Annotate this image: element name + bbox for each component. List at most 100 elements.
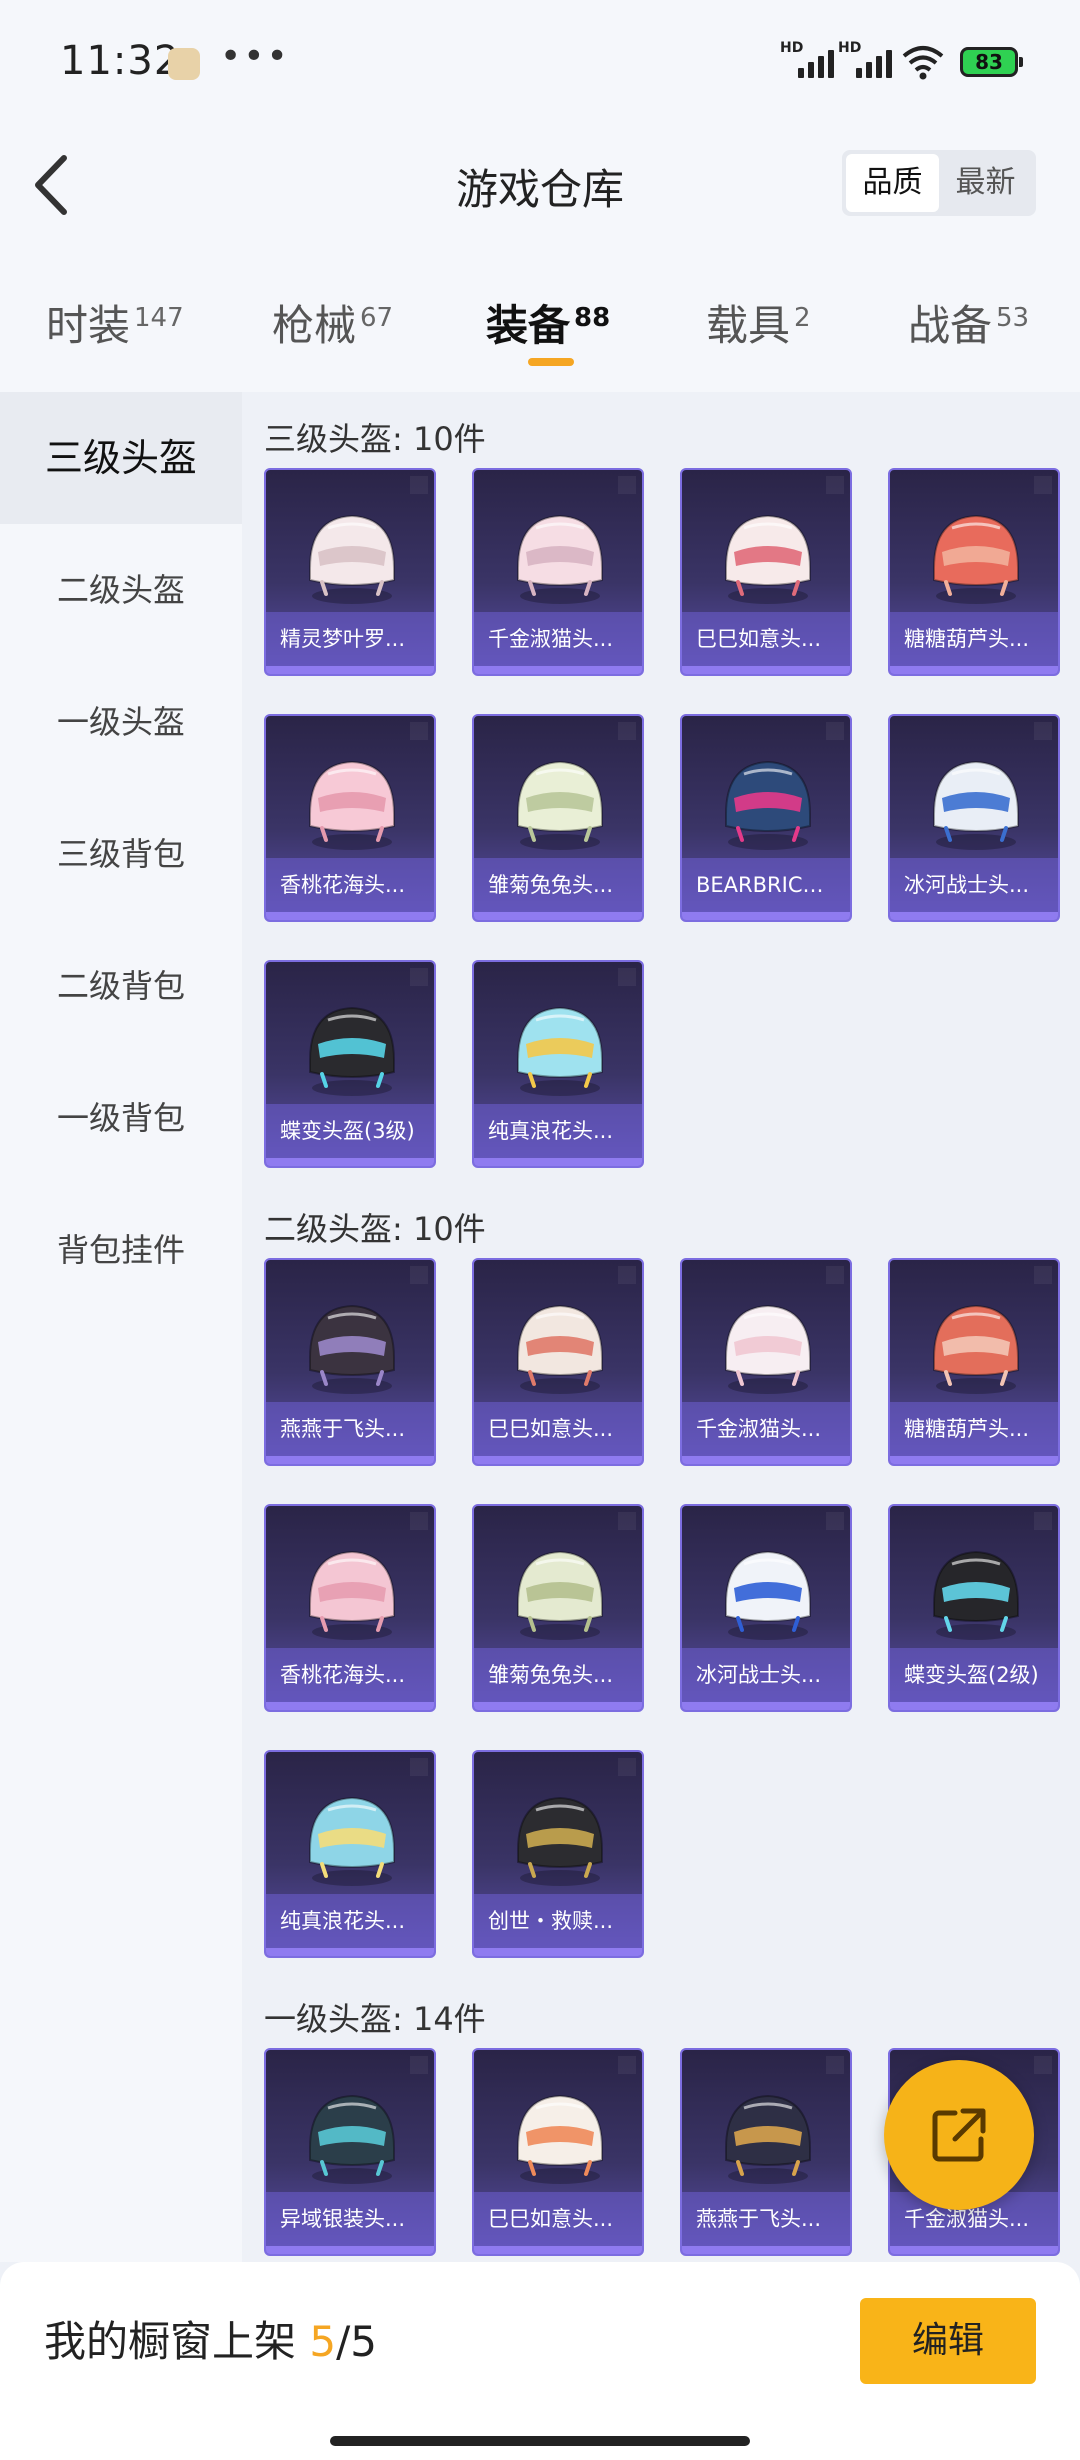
- item-card[interactable]: 千金淑猫头...: [472, 468, 644, 676]
- rarity-stripe: [266, 1456, 434, 1464]
- item-card[interactable]: 蝶变头盔(3级): [264, 960, 436, 1168]
- item-card[interactable]: 蝶变头盔(2级): [888, 1504, 1060, 1712]
- rarity-stripe: [682, 666, 850, 674]
- sidebar-item-backpack-charm[interactable]: 背包挂件: [0, 1184, 242, 1316]
- rarity-stripe: [474, 1948, 642, 1956]
- helmet-icon: [517, 2094, 603, 2184]
- header: 游戏仓库 品质 最新: [0, 130, 1080, 250]
- item-name: 蝶变头盔(2级): [890, 1648, 1058, 1702]
- card-corner: [618, 2056, 636, 2074]
- item-card[interactable]: 糖糖葫芦头...: [888, 468, 1060, 676]
- signal-icon-2: HD: [838, 40, 898, 78]
- rarity-stripe: [474, 666, 642, 674]
- item-name: 巳巳如意头...: [474, 2192, 642, 2246]
- item-card[interactable]: 冰河战士头...: [680, 1504, 852, 1712]
- card-corner: [1034, 476, 1052, 494]
- item-card[interactable]: 巳巳如意头...: [680, 468, 852, 676]
- item-card[interactable]: 香桃花海头...: [264, 714, 436, 922]
- item-card[interactable]: 燕燕于飞头...: [264, 1258, 436, 1466]
- tab-equipment[interactable]: 装备 88: [486, 292, 610, 353]
- wifi-icon: [902, 46, 944, 80]
- item-name: 蝶变头盔(3级): [266, 1104, 434, 1158]
- rarity-stripe: [474, 1158, 642, 1166]
- app-notification-icon: [168, 48, 200, 80]
- item-card[interactable]: 雏菊兔兔头...: [472, 714, 644, 922]
- item-card[interactable]: 巳巳如意头...: [472, 2048, 644, 2256]
- rarity-stripe: [266, 666, 434, 674]
- rarity-stripe: [266, 1702, 434, 1710]
- rarity-stripe: [474, 1702, 642, 1710]
- item-card[interactable]: 纯真浪花头...: [264, 1750, 436, 1958]
- item-card[interactable]: 冰河战士头...: [888, 714, 1060, 922]
- card-corner: [618, 476, 636, 494]
- helmet-icon: [517, 1006, 603, 1096]
- sidebar-item-level3-backpack[interactable]: 三级背包: [0, 788, 242, 920]
- card-corner: [1034, 722, 1052, 740]
- card-corner: [826, 1266, 844, 1284]
- card-corner: [618, 968, 636, 986]
- tab-supplies[interactable]: 战备 53: [908, 292, 1029, 353]
- card-corner: [826, 476, 844, 494]
- card-corner: [618, 1512, 636, 1530]
- sidebar-item-level1-helmet[interactable]: 一级头盔: [0, 656, 242, 788]
- section-title-level3: 三级头盔: 10件: [264, 420, 486, 458]
- item-name: 纯真浪花头...: [266, 1894, 434, 1948]
- rarity-stripe: [682, 912, 850, 920]
- item-card[interactable]: 燕燕于飞头...: [680, 2048, 852, 2256]
- rarity-stripe: [474, 1456, 642, 1464]
- helmet-icon: [309, 514, 395, 604]
- item-card[interactable]: 糖糖葫芦头...: [888, 1258, 1060, 1466]
- edit-button[interactable]: 编辑: [860, 2298, 1036, 2384]
- item-name: 千金淑猫头...: [474, 612, 642, 666]
- battery-icon: 83: [960, 47, 1023, 77]
- helmet-icon: [933, 514, 1019, 604]
- item-card[interactable]: 巳巳如意头...: [472, 1258, 644, 1466]
- showcase-label: 我的橱窗上架 5/5: [44, 2317, 377, 2366]
- rarity-stripe: [890, 1456, 1058, 1464]
- sidebar-item-level2-backpack[interactable]: 二级背包: [0, 920, 242, 1052]
- rarity-stripe: [682, 1456, 850, 1464]
- item-name: 雏菊兔兔头...: [474, 1648, 642, 1702]
- item-name: 冰河战士头...: [682, 1648, 850, 1702]
- card-corner: [410, 968, 428, 986]
- item-name: 燕燕于飞头...: [682, 2192, 850, 2246]
- showcase-bar: 我的橱窗上架 5/5 编辑: [0, 2262, 1080, 2460]
- helmet-icon: [725, 2094, 811, 2184]
- card-corner: [410, 1266, 428, 1284]
- tab-vehicles[interactable]: 载具 2: [706, 292, 811, 353]
- share-fab-button[interactable]: [884, 2060, 1034, 2210]
- card-corner: [826, 1512, 844, 1530]
- item-card[interactable]: 精灵梦叶罗...: [264, 468, 436, 676]
- tab-fashion[interactable]: 时装 147: [46, 292, 184, 353]
- helmet-icon: [517, 1550, 603, 1640]
- item-name: 异域银装头...: [266, 2192, 434, 2246]
- item-card[interactable]: 纯真浪花头...: [472, 960, 644, 1168]
- sidebar-item-level1-backpack[interactable]: 一级背包: [0, 1052, 242, 1184]
- item-name: 香桃花海头...: [266, 858, 434, 912]
- card-corner: [826, 722, 844, 740]
- more-notifications-icon: •••: [220, 36, 290, 77]
- item-card[interactable]: 雏菊兔兔头...: [472, 1504, 644, 1712]
- item-name: 糖糖葫芦头...: [890, 1402, 1058, 1456]
- sort-newest-button[interactable]: 最新: [939, 154, 1032, 212]
- card-corner: [618, 1758, 636, 1776]
- helmet-icon: [933, 760, 1019, 850]
- sort-quality-button[interactable]: 品质: [846, 154, 939, 212]
- item-card[interactable]: 香桃花海头...: [264, 1504, 436, 1712]
- rarity-stripe: [890, 912, 1058, 920]
- item-card[interactable]: 创世・救赎...: [472, 1750, 644, 1958]
- sidebar-item-level2-helmet[interactable]: 二级头盔: [0, 524, 242, 656]
- item-card[interactable]: 异域银装头...: [264, 2048, 436, 2256]
- showcase-count: 5: [309, 2317, 337, 2366]
- section-title-level2: 二级头盔: 10件: [264, 1210, 486, 1248]
- card-corner: [410, 722, 428, 740]
- rarity-stripe: [682, 2246, 850, 2254]
- card-corner: [618, 1266, 636, 1284]
- rarity-stripe: [474, 912, 642, 920]
- item-card[interactable]: BEARBRICK...: [680, 714, 852, 922]
- tab-weapons[interactable]: 枪械 67: [272, 292, 393, 353]
- sidebar-item-level3-helmet[interactable]: 三级头盔: [0, 392, 242, 524]
- item-name: 香桃花海头...: [266, 1648, 434, 1702]
- item-card[interactable]: 千金淑猫头...: [680, 1258, 852, 1466]
- status-bar: 11:32 ••• HD HD 83: [0, 0, 1080, 130]
